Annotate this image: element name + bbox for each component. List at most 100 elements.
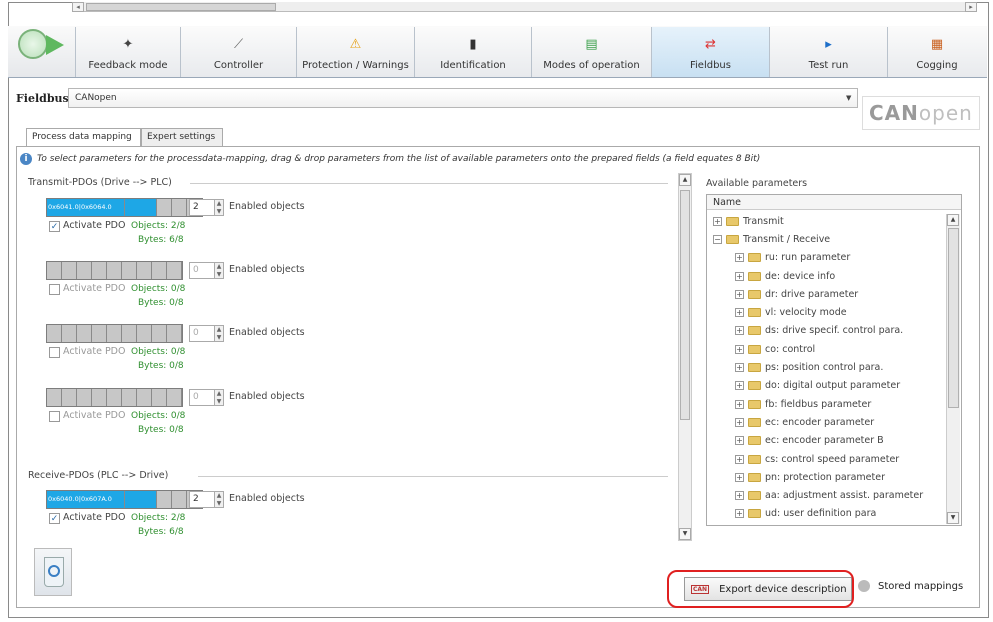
empty-mapping-cell[interactable] [92,262,107,279]
expand-icon[interactable]: + [735,363,744,373]
scroll-up-button[interactable]: ▲ [679,174,691,186]
scroll-left-button[interactable]: ◂ [72,2,84,12]
empty-mapping-cell[interactable] [172,491,187,508]
tab-process-data-mapping[interactable]: Process data mapping [26,128,141,147]
mapped-object-cell[interactable] [125,491,157,508]
empty-mapping-cell[interactable] [47,325,62,342]
empty-mapping-cell[interactable] [62,325,77,342]
empty-mapping-cell[interactable] [157,491,172,508]
collapse-icon[interactable]: − [713,234,722,244]
empty-mapping-cell[interactable] [122,389,137,406]
fieldbus-select[interactable]: CANopen [68,88,858,108]
expand-icon[interactable]: + [735,308,744,318]
expand-icon[interactable]: + [735,454,744,464]
scroll-down-button[interactable]: ▼ [947,512,959,524]
chevron-down-icon[interactable]: ▼ [846,94,851,102]
scroll-thumb[interactable] [948,228,959,408]
empty-mapping-cell[interactable] [62,262,77,279]
expand-icon[interactable]: + [735,472,744,482]
empty-mapping-cell[interactable] [137,262,152,279]
tree-item[interactable]: + ec: encoder parameter [707,413,961,431]
enabled-objects-spinner[interactable]: 2 [189,199,215,216]
tree-item[interactable]: + pn: protection parameter [707,468,961,486]
expand-icon[interactable]: + [735,381,744,391]
tab-expert-settings[interactable]: Expert settings [141,128,223,146]
tab-identification[interactable]: ▮ Identification [414,27,531,77]
tree-item[interactable]: + ds: drive specif. control para. [707,322,961,340]
expand-icon[interactable]: + [735,436,744,446]
tree-column-header[interactable]: Name [707,195,961,210]
stored-mappings-button[interactable]: Stored mappings [858,580,963,592]
tree-item[interactable]: + co: control [707,340,961,358]
expand-icon[interactable]: + [735,417,744,427]
mapped-object-cell[interactable]: 0x6041.0|0x6064.0 [47,199,125,216]
expand-icon[interactable]: + [735,271,744,281]
expand-icon[interactable]: + [735,344,744,354]
empty-mapping-cell[interactable] [137,325,152,342]
spinner-arrows-icon[interactable]: ▲ ▼ [214,325,224,342]
empty-mapping-cell[interactable] [77,389,92,406]
scroll-down-button[interactable]: ▼ [679,528,691,540]
activate-pdo-checkbox[interactable] [49,411,60,422]
empty-mapping-cell[interactable] [167,389,182,406]
empty-mapping-cell[interactable] [152,262,167,279]
empty-mapping-cell[interactable] [107,389,122,406]
scroll-thumb[interactable] [680,190,690,420]
mapped-object-cell[interactable] [125,199,157,216]
empty-mapping-cell[interactable] [77,325,92,342]
pdo-mapping-fields[interactable]: 0x6040.0|0x607A.0 [46,490,203,509]
spinner-arrows-icon[interactable]: ▲ ▼ [214,389,224,406]
tree-item[interactable]: + ps: position control para. [707,358,961,376]
tab-cogging[interactable]: ▦ Cogging [887,27,986,77]
navigation-button[interactable] [18,29,74,61]
empty-mapping-cell[interactable] [157,199,172,216]
scroll-up-button[interactable]: ▲ [947,214,959,226]
tree-item[interactable]: + ru: run parameter [707,249,961,267]
activate-pdo-checkbox[interactable] [49,347,60,358]
expand-icon[interactable]: + [735,289,744,299]
tree-item[interactable]: + de: device info [707,267,961,285]
tree-item[interactable]: + vl: velocity mode [707,303,961,321]
tree-item[interactable]: + dr: drive parameter [707,285,961,303]
activate-pdo-checkbox[interactable]: ✓ [49,221,60,232]
enabled-objects-spinner[interactable]: 0 [189,325,215,342]
tree-item[interactable]: + ud: user definition para [707,505,961,523]
empty-mapping-cell[interactable] [137,389,152,406]
empty-mapping-cell[interactable] [47,389,62,406]
tree-item[interactable]: + ec: encoder parameter B [707,432,961,450]
scroll-thumb[interactable] [86,3,276,11]
recycle-bin-icon[interactable] [34,548,72,596]
pdo-mapping-fields[interactable] [46,261,183,280]
enabled-objects-spinner[interactable]: 2 [189,491,215,508]
pdo-mapping-fields[interactable]: 0x6041.0|0x6064.0 [46,198,203,217]
top-horizontal-scrollbar[interactable]: ◂ ▸ [72,2,977,12]
empty-mapping-cell[interactable] [62,389,77,406]
expand-icon[interactable]: + [735,326,744,336]
activate-pdo-checkbox[interactable]: ✓ [49,513,60,524]
tab-fieldbus[interactable]: ⇄ Fieldbus [651,27,769,77]
expand-icon[interactable]: + [735,399,744,409]
tab-test-run[interactable]: ▸ Test run [769,27,887,77]
empty-mapping-cell[interactable] [107,325,122,342]
tab-controller[interactable]: ⟋ Controller [180,27,296,77]
tab-feedback-mode[interactable]: ✦ Feedback mode [75,27,180,77]
enabled-objects-spinner[interactable]: 0 [189,262,215,279]
empty-mapping-cell[interactable] [92,389,107,406]
tree-item[interactable]: + aa: adjustment assist. parameter [707,486,961,504]
scroll-right-button[interactable]: ▸ [965,2,977,12]
tree-item[interactable]: + do: digital output parameter [707,377,961,395]
expand-icon[interactable]: + [735,509,744,519]
empty-mapping-cell[interactable] [47,262,62,279]
spinner-arrows-icon[interactable]: ▲ ▼ [214,199,224,216]
mapping-vertical-scrollbar[interactable]: ▲ ▼ [678,173,692,541]
mapped-object-cell[interactable]: 0x6040.0|0x607A.0 [47,491,125,508]
pdo-mapping-fields[interactable] [46,388,183,407]
spinner-arrows-icon[interactable]: ▲ ▼ [214,491,224,508]
tab-protection-warnings[interactable]: ⚠ Protection / Warnings [296,27,414,77]
empty-mapping-cell[interactable] [152,389,167,406]
tree-item[interactable]: − Transmit / Receive [707,230,961,248]
tree-item[interactable]: + Transmit [707,212,961,230]
empty-mapping-cell[interactable] [152,325,167,342]
tree-item[interactable]: + fb: fieldbus parameter [707,395,961,413]
empty-mapping-cell[interactable] [107,262,122,279]
